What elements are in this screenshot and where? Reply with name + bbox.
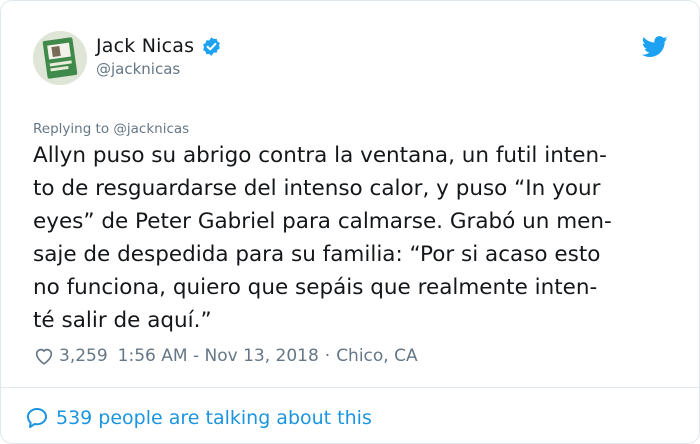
conversation-link[interactable]: 539 people are talking about this [25, 406, 372, 430]
conversation-count[interactable]: 539 people are talking about this [56, 407, 372, 429]
avatar[interactable] [33, 31, 87, 85]
speech-bubble-icon [27, 408, 47, 428]
reply-context[interactable]: Replying to @jacknicas [33, 121, 189, 137]
like-count[interactable]: 3,259 [59, 346, 108, 366]
tweet-text: Allyn puso su abrigo contra la ventana, … [33, 139, 678, 337]
divider [1, 387, 699, 388]
tweet-line: eyes” de Peter Gabriel para calmarse. Gr… [33, 209, 612, 234]
tweet-line: Allyn puso su abrigo contra la ventana, … [33, 143, 607, 168]
heart-icon[interactable] [33, 345, 55, 367]
meta-separator: · [324, 346, 331, 366]
tweet-line: saje de despedida para su familia: “Por … [33, 242, 601, 267]
tweet-line: té salir de aquí.” [33, 308, 212, 333]
tweet-line: no funciona, quiero que sepáis que realm… [33, 275, 598, 300]
location[interactable]: Chico, CA [336, 346, 417, 366]
tweet-card[interactable]: Jack Nicas @jacknicas Replying to @jackn… [0, 0, 700, 444]
author-handle[interactable]: @jacknicas [96, 60, 180, 78]
tweet-line: to de resguardarse del intenso calor, y … [33, 176, 601, 201]
author-name-row[interactable]: Jack Nicas [96, 35, 222, 57]
tweet-meta: 3,259 1:56 AM - Nov 13, 2018 · Chico, CA [33, 345, 418, 367]
timestamp[interactable]: 1:56 AM - Nov 13, 2018 [118, 346, 319, 366]
author-name[interactable]: Jack Nicas [96, 35, 194, 57]
verified-badge-icon [203, 36, 221, 56]
twitter-bird-icon[interactable] [642, 36, 668, 58]
